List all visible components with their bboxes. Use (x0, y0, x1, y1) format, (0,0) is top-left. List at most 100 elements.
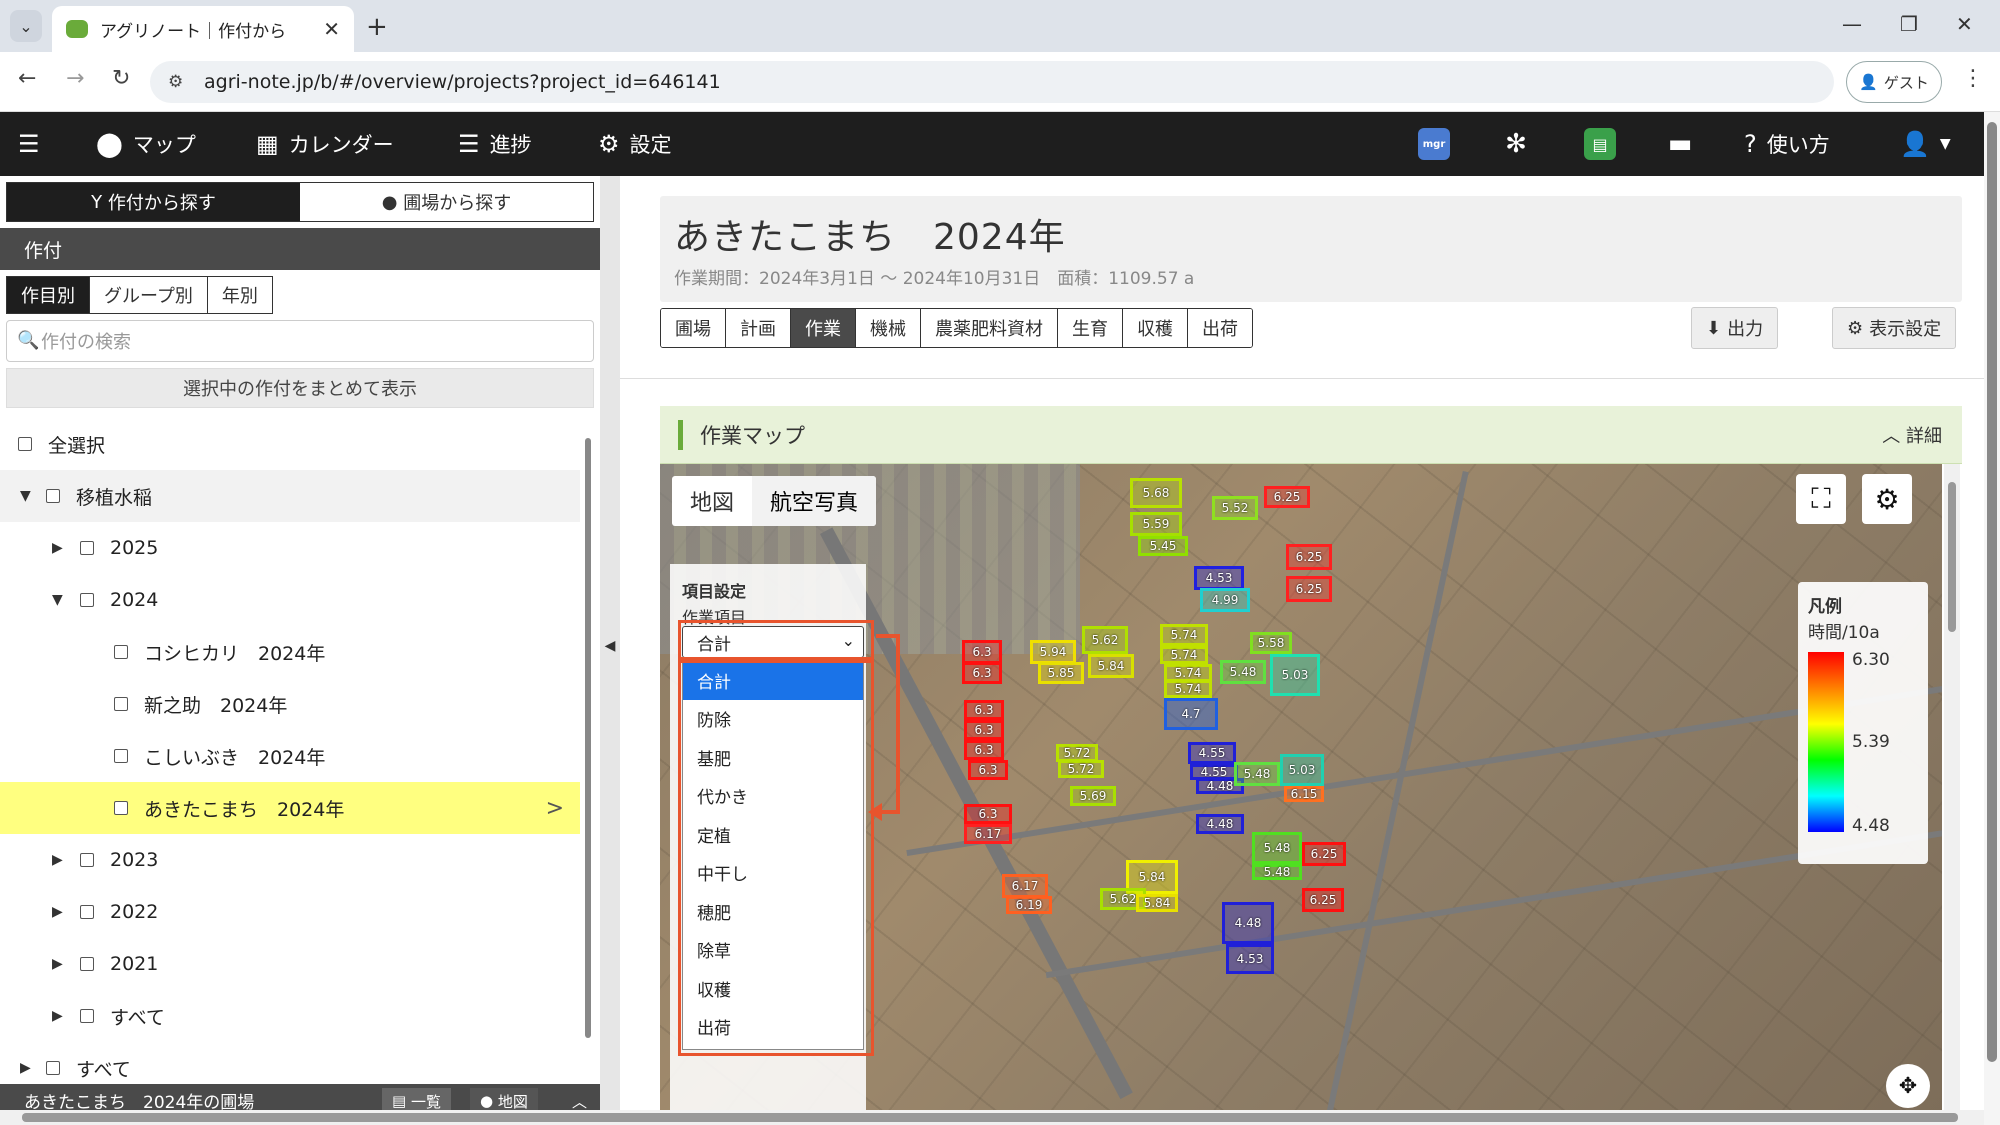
field-polygon[interactable]: 6.3 (962, 640, 1002, 664)
field-polygon[interactable]: 5.48 (1252, 832, 1302, 864)
field-polygon[interactable]: 4.48 (1196, 814, 1244, 834)
checkbox[interactable] (18, 437, 32, 451)
field-polygon[interactable]: 4.55 (1188, 742, 1236, 764)
field-polygon[interactable]: 5.59 (1130, 512, 1182, 536)
spreadsheet-app-icon[interactable]: ▤ (1584, 128, 1616, 160)
field-polygon[interactable]: 5.84 (1136, 894, 1178, 912)
map-type-map[interactable]: 地図 (672, 476, 752, 526)
restore-button[interactable]: ❐ (1900, 12, 1918, 36)
checkbox[interactable] (80, 853, 94, 867)
checkbox[interactable] (80, 905, 94, 919)
display-settings-button[interactable]: ⚙ 表示設定 (1832, 307, 1957, 349)
tab-machinery[interactable]: 機械 (856, 309, 921, 347)
tree-row-year[interactable]: ▶ すべて (0, 990, 580, 1042)
tree-row-planting[interactable]: 新之助 2024年 (0, 678, 580, 730)
browser-tab[interactable]: アグリノート｜作付から ✕ (52, 6, 354, 52)
caret-right-icon[interactable]: ▶ (20, 1060, 38, 1076)
field-polygon[interactable]: 5.69 (1070, 786, 1116, 806)
field-polygon[interactable]: 6.3 (964, 700, 1004, 720)
horizontal-scrollbar[interactable] (0, 1110, 1984, 1125)
caret-right-icon[interactable]: ▶ (52, 852, 70, 868)
field-polygon[interactable]: 5.03 (1270, 654, 1320, 696)
nav-settings[interactable]: ⚙ 設定 (598, 112, 672, 176)
tab-materials[interactable]: 農薬肥料資材 (921, 309, 1058, 347)
help-link[interactable]: ? 使い方 (1744, 112, 1830, 176)
checkbox[interactable] (80, 541, 94, 555)
field-polygon[interactable]: 6.3 (964, 740, 1004, 760)
checkbox[interactable] (80, 1009, 94, 1023)
asterisk-app-icon[interactable]: ✻ (1500, 128, 1532, 160)
detail-toggle[interactable]: ︿ 詳細 (1882, 422, 1942, 448)
field-polygon[interactable]: 5.03 (1280, 754, 1324, 786)
field-polygon[interactable]: 5.62 (1082, 626, 1128, 654)
chat-icon[interactable]: ▬ (1664, 128, 1696, 160)
reload-button[interactable]: ↻ (112, 66, 130, 91)
field-polygon[interactable]: 6.25 (1264, 486, 1310, 508)
caret-down-icon[interactable]: ▼ (52, 592, 70, 608)
tab-fields[interactable]: 圃場 (661, 309, 726, 347)
tree-row-crop[interactable]: ▶ すべて (0, 1042, 580, 1079)
field-polygon[interactable]: 5.84 (1088, 654, 1134, 678)
caret-down-icon[interactable]: ▼ (20, 488, 38, 504)
field-polygon[interactable]: 6.3 (964, 804, 1012, 824)
field-polygon[interactable]: 5.58 (1250, 632, 1292, 654)
menu-toggle-button[interactable]: ☰ (18, 112, 40, 176)
tab-field-search[interactable]: ● 圃場から探す (300, 183, 593, 221)
field-polygon[interactable]: 5.74 (1164, 680, 1212, 698)
nav-progress[interactable]: ☰ 進捗 (458, 112, 532, 176)
nav-calendar[interactable]: ▦ カレンダー (256, 112, 394, 176)
tree-row-planting-selected[interactable]: あきたこまち 2024年 > (0, 782, 580, 834)
url-bar[interactable]: ⚙ agri-note.jp/b/#/overview/projects?pro… (150, 61, 1834, 103)
mgr-app-icon[interactable]: mgr (1418, 128, 1450, 160)
page-scrollbar[interactable] (1984, 112, 2000, 1125)
back-button[interactable]: ← (18, 66, 36, 91)
fullscreen-icon[interactable]: ⛶ (1796, 474, 1846, 524)
field-polygon[interactable]: 4.53 (1226, 944, 1274, 974)
user-menu[interactable]: 👤 ▼ (1900, 112, 1951, 176)
field-polygon[interactable]: 6.25 (1302, 888, 1344, 912)
checkbox[interactable] (80, 957, 94, 971)
checkbox[interactable] (46, 1061, 60, 1075)
map-type-aerial[interactable]: 航空写真 (752, 476, 877, 526)
close-window-button[interactable]: ✕ (1956, 12, 1973, 36)
site-info-icon[interactable]: ⚙ (168, 72, 183, 92)
filter-group[interactable]: グループ別 (90, 277, 208, 313)
field-polygon[interactable]: 5.72 (1058, 760, 1104, 778)
checkbox[interactable] (46, 489, 60, 503)
field-polygon[interactable]: 5.74 (1160, 646, 1208, 664)
field-polygon[interactable]: 5.45 (1138, 536, 1188, 556)
field-polygon[interactable]: 6.25 (1286, 544, 1332, 570)
panel-collapse-handle[interactable]: ◀ (600, 176, 620, 1116)
tab-plan[interactable]: 計画 (726, 309, 791, 347)
minimize-button[interactable]: — (1842, 12, 1862, 36)
scrollbar-thumb[interactable] (1987, 122, 1997, 1062)
tree-row-year[interactable]: ▶ 2025 (0, 522, 580, 574)
tree-row-year[interactable]: ▶ 2021 (0, 938, 580, 990)
tab-shipping[interactable]: 出荷 (1188, 309, 1252, 347)
field-polygon[interactable]: 6.15 (1284, 786, 1324, 802)
crop-search-input[interactable]: 🔍 作付の検索 (6, 320, 594, 362)
map-settings-gear-icon[interactable]: ⚙ (1862, 474, 1912, 524)
output-button[interactable]: ⬇ 出力 (1691, 307, 1779, 349)
checkbox[interactable] (114, 697, 128, 711)
scrollbar-thumb[interactable] (585, 438, 591, 1038)
new-tab-button[interactable]: + (366, 12, 388, 42)
guest-profile-button[interactable]: 👤 ゲスト (1846, 61, 1942, 103)
browser-menu-icon[interactable]: ⋮ (1962, 66, 1984, 91)
forward-button[interactable]: → (66, 66, 84, 91)
field-polygon[interactable]: 4.48 (1222, 902, 1274, 944)
tree-row-year[interactable]: ▶ 2023 (0, 834, 580, 886)
map-panel-scrollbar[interactable] (1944, 464, 1960, 1116)
caret-right-icon[interactable]: ▶ (52, 904, 70, 920)
tree-row-year[interactable]: ▶ 2022 (0, 886, 580, 938)
nav-map[interactable]: ⬤ マップ (96, 112, 196, 176)
tree-row-planting[interactable]: こしいぶき 2024年 (0, 730, 580, 782)
checkbox[interactable] (80, 593, 94, 607)
field-polygon[interactable]: 6.17 (1002, 874, 1048, 898)
caret-right-icon[interactable]: ▶ (52, 540, 70, 556)
work-map[interactable]: 地図 航空写真 ⛶ ⚙ 5.68 5.59 5.45 5.52 6.25 6.2… (660, 464, 1942, 1116)
scrollbar-thumb[interactable] (22, 1113, 1958, 1122)
scrollbar-thumb[interactable] (1948, 482, 1956, 632)
field-polygon[interactable]: 6.25 (1302, 842, 1346, 866)
bulk-display-button[interactable]: 選択中の作付をまとめて表示 (6, 368, 594, 408)
